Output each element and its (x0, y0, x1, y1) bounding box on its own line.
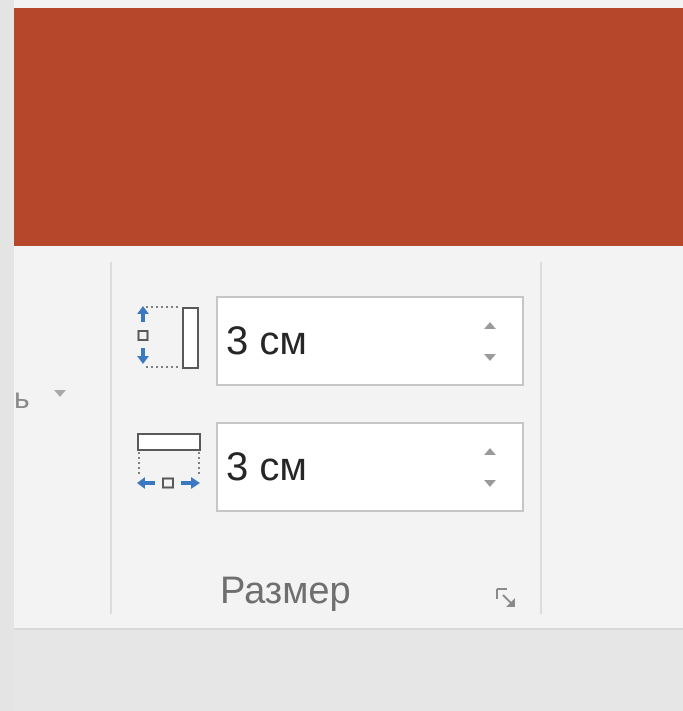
shape-width-input[interactable] (226, 438, 456, 496)
truncated-ribbon-label[interactable]: ь (14, 384, 30, 414)
shape-height-spinner (216, 296, 524, 386)
group-separator-left (110, 262, 112, 614)
shape-height-input[interactable] (226, 312, 456, 370)
height-decrease-icon[interactable] (482, 350, 498, 366)
width-decrease-icon[interactable] (482, 476, 498, 492)
workspace-area (14, 630, 683, 711)
size-group-label: Размер (220, 570, 351, 612)
width-increase-icon[interactable] (482, 444, 498, 460)
left-border (0, 0, 14, 711)
shape-width-icon (137, 433, 201, 489)
dialog-launcher-icon[interactable] (494, 586, 520, 612)
shape-width-spinner (216, 422, 524, 512)
shape-height-icon (137, 306, 199, 369)
dropdown-arrow-icon[interactable] (54, 390, 66, 397)
group-separator-right (540, 262, 542, 614)
height-increase-icon[interactable] (482, 318, 498, 334)
title-bar (14, 8, 683, 246)
top-gap (14, 0, 683, 8)
powerpoint-ribbon-screenshot: ь 3 см 3 см Размер (0, 0, 683, 711)
